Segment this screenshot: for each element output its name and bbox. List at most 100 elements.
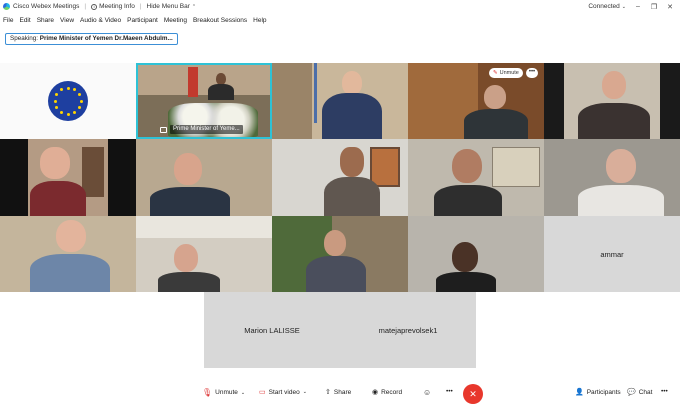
participant-head [342,71,362,95]
video-tile-9[interactable] [408,139,544,216]
video-tile-mateja[interactable]: matejaprevolsek1 [340,292,476,368]
menu-share[interactable]: Share [37,17,54,24]
menu-help[interactable]: Help [253,17,266,24]
participant-body [324,177,380,216]
wall-background [138,65,270,95]
menu-bar: File Edit Share View Audio & Video Parti… [0,13,680,27]
more-icon: ••• [661,388,668,395]
muted-mic-icon: 🎙 [202,388,213,397]
start-video-label: Start video [268,388,300,396]
video-tile-5[interactable] [544,63,680,139]
eu-star-icon [77,106,81,109]
wall-map [492,147,540,187]
connection-status[interactable]: Connected ⌄ [588,3,626,10]
video-tile-14[interactable] [408,216,544,292]
chat-button[interactable]: 💬 Chat [627,388,653,397]
unmute-label: Unmute [215,389,238,396]
video-tile-4[interactable] [408,63,544,139]
participant-body [150,187,230,216]
video-tile-13[interactable] [272,216,408,292]
video-tile-eu[interactable] [0,63,136,139]
eu-star-icon [73,110,76,114]
eu-flag-icon [48,81,88,121]
connection-status-label: Connected [588,3,620,10]
title-separator: | [84,3,87,10]
participant-body [578,103,650,139]
video-tile-marion[interactable]: Marion LALISSE [204,292,340,368]
flag-pole [314,63,317,123]
more-options-button[interactable]: ••• [446,388,453,395]
webex-logo-icon [3,3,10,10]
participant-name-ammar: ammar [600,249,624,259]
ceiling [136,216,272,238]
participant-head [56,220,86,252]
meeting-controls: 🎙 Unmute ⌄ ▭ Start video ⌄ ⇧ Share ◉ Rec… [0,380,680,407]
menu-edit[interactable]: Edit [19,17,30,24]
speaking-name: Prime Minister of Yemen Dr.Maeen Abdulm.… [39,35,173,42]
app-title: Cisco Webex Meetings [13,3,80,10]
share-button[interactable]: ⇧ Share [325,388,352,397]
video-tile-active-speaker[interactable]: Prime Minister of Yeme... [136,63,272,139]
tile-more-button[interactable]: ••• [526,68,538,78]
chevron-up-icon[interactable]: ⌃ [192,4,196,10]
share-label: Share [333,388,352,396]
hide-menu-bar-button[interactable]: Hide Menu Bar [147,3,190,10]
smiley-icon: ☺ [423,388,432,397]
video-tile-11[interactable] [0,216,136,292]
menu-participant[interactable]: Participant [127,17,158,24]
participant-body [158,272,220,292]
restore-button[interactable]: ❐ [650,3,658,11]
start-video-button[interactable]: ▭ Start video ⌄ [259,388,307,397]
unmute-button[interactable]: 🎙 Unmute ⌄ [202,388,245,397]
participant-head [484,85,506,109]
menu-breakout-sessions[interactable]: Breakout Sessions [193,17,247,24]
chevron-down-icon[interactable]: ⌄ [303,389,307,395]
participant-head [606,149,636,183]
video-tile-10[interactable] [544,139,680,216]
bookshelf [82,147,104,197]
tile-unmute-label: Unmute [499,70,519,76]
chat-label: Chat [638,388,653,396]
video-grid: Prime Minister of Yeme... ammar [0,63,680,292]
participant-head [452,242,478,272]
minimize-button[interactable]: – [634,3,642,10]
flag-decoration [188,67,198,97]
meeting-info-button[interactable]: Meeting Info [99,3,135,10]
participant-body [208,84,234,100]
participant-body [306,256,366,292]
menu-file[interactable]: File [3,17,13,24]
active-speaker-indicator: Speaking: Prime Minister of Yemen Dr.Mae… [5,33,178,45]
chevron-down-icon[interactable]: ⌄ [241,390,245,396]
eu-star-icon [77,93,81,96]
eu-star-icon [66,112,70,116]
video-off-icon: ▭ [259,389,266,396]
participants-button[interactable]: 👤 Participants [575,388,621,397]
video-tile-8[interactable] [272,139,408,216]
title-separator-2: | [139,3,142,10]
close-window-button[interactable]: ✕ [666,3,674,11]
menu-view[interactable]: View [60,17,74,24]
participant-head [174,153,202,185]
leave-meeting-button[interactable]: ✕ [463,384,483,404]
menu-audio-video[interactable]: Audio & Video [80,17,121,24]
overflow-button[interactable]: ••• [661,388,668,395]
participants-label: Participants [586,388,621,396]
eu-star-icon [73,88,76,92]
participant-head [324,230,346,256]
participant-body [322,93,382,139]
video-tile-12[interactable] [136,216,272,292]
tile-unmute-button[interactable]: ✎ Unmute [489,68,523,78]
video-tile-6[interactable] [0,139,136,216]
video-tile-3[interactable] [272,63,408,139]
video-tile-7[interactable] [136,139,272,216]
eu-star-icon [53,99,57,103]
participant-head [602,71,626,99]
record-label: Record [381,388,403,396]
participant-body [30,181,86,216]
active-speaker-name-label: Prime Minister of Yeme... [170,125,243,134]
menu-meeting[interactable]: Meeting [164,17,187,24]
muted-mic-icon: ✎ [493,70,498,76]
record-button[interactable]: ◉ Record [372,388,403,397]
reactions-button[interactable]: ☺ [423,388,431,397]
video-tile-ammar[interactable]: ammar [544,216,680,292]
